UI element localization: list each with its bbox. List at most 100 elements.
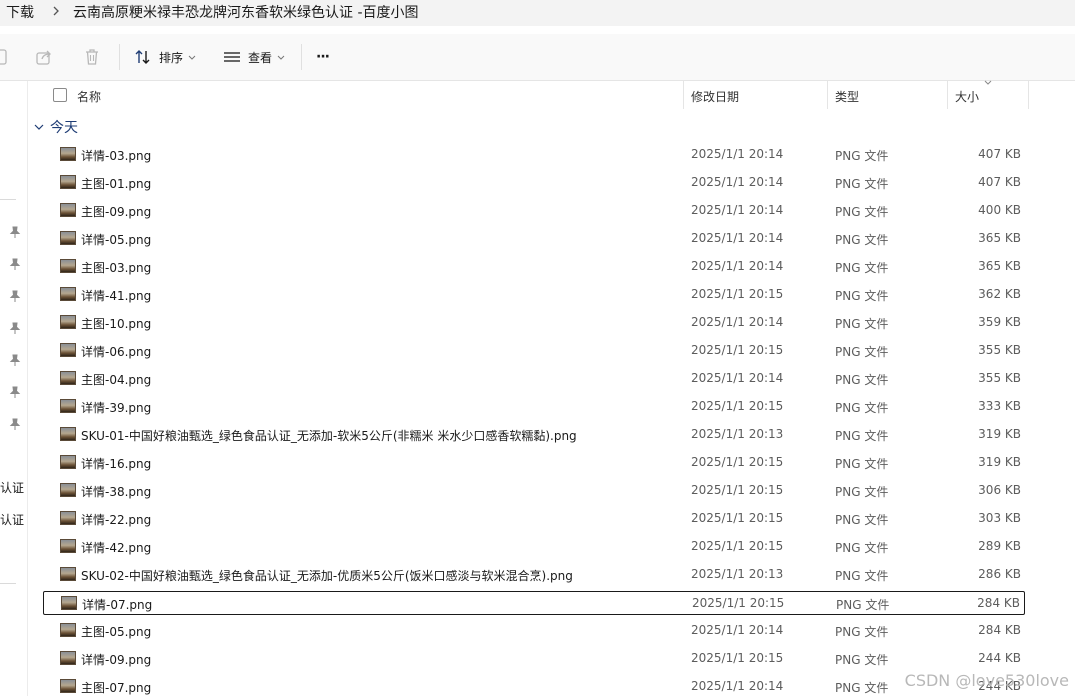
file-size: 244 KB — [978, 651, 1021, 665]
file-name[interactable]: 主图-07.png — [81, 679, 151, 696]
file-modified-date: 2025/1/1 20:14 — [691, 203, 784, 217]
share-button[interactable] — [35, 42, 53, 72]
file-name[interactable]: 主图-01.png — [81, 175, 151, 192]
more-options-button[interactable]: ··· — [316, 42, 330, 72]
file-name[interactable]: 详情-06.png — [81, 343, 151, 360]
file-name[interactable]: SKU-01-中国好粮油甄选_绿色食品认证_无添加-软米5公斤(非糯米 米水少口… — [81, 427, 577, 444]
file-row[interactable]: 详情-03.png 2025/1/1 20:14 PNG 文件 407 KB — [43, 143, 1025, 167]
file-name[interactable]: 主图-10.png — [81, 315, 151, 332]
pin-icon[interactable] — [8, 417, 22, 431]
file-modified-date: 2025/1/1 20:15 — [691, 539, 784, 553]
file-modified-date: 2025/1/1 20:14 — [691, 371, 784, 385]
file-row[interactable]: 详情-41.png 2025/1/1 20:15 PNG 文件 362 KB — [43, 283, 1025, 307]
column-header-type[interactable]: 类型 — [835, 88, 859, 105]
file-row[interactable]: 主图-10.png 2025/1/1 20:14 PNG 文件 359 KB — [43, 311, 1025, 335]
file-modified-date: 2025/1/1 20:15 — [691, 343, 784, 357]
file-row[interactable]: SKU-02-中国好粮油甄选_绿色食品认证_无添加-优质米5公斤(饭米口感淡与软… — [43, 563, 1025, 587]
image-file-icon — [60, 343, 76, 357]
file-modified-date: 2025/1/1 20:14 — [691, 231, 784, 245]
paste-icon — [0, 49, 7, 65]
file-row[interactable]: 主图-04.png 2025/1/1 20:14 PNG 文件 355 KB — [43, 367, 1025, 391]
pin-icon[interactable] — [8, 225, 22, 239]
pin-icon[interactable] — [8, 321, 22, 335]
nav-item-label[interactable]: 认证 — [0, 511, 24, 528]
file-size: 355 KB — [978, 343, 1021, 357]
command-bar: 排序 查看 ··· — [0, 34, 1075, 81]
file-name[interactable]: 详情-03.png — [81, 147, 151, 164]
column-header-modified[interactable]: 修改日期 — [691, 88, 739, 105]
nav-divider — [0, 199, 16, 200]
file-type: PNG 文件 — [835, 653, 889, 667]
file-modified-date: 2025/1/1 20:15 — [691, 511, 784, 525]
file-size: 365 KB — [978, 259, 1021, 273]
pin-icon[interactable] — [8, 257, 22, 271]
breadcrumb-item-downloads[interactable]: 下载 — [6, 2, 34, 22]
column-divider[interactable] — [1028, 81, 1029, 109]
file-row[interactable]: 详情-05.png 2025/1/1 20:14 PNG 文件 365 KB — [43, 227, 1025, 251]
file-type: PNG 文件 — [835, 233, 889, 247]
file-size: 400 KB — [978, 203, 1021, 217]
file-size: 362 KB — [978, 287, 1021, 301]
sort-button-label: 排序 — [159, 50, 184, 65]
view-button[interactable]: 查看 — [223, 42, 286, 72]
file-modified-date: 2025/1/1 20:14 — [691, 147, 784, 161]
file-row[interactable]: 主图-09.png 2025/1/1 20:14 PNG 文件 400 KB — [43, 199, 1025, 223]
breadcrumb-item-current-folder[interactable]: 云南高原粳米禄丰恐龙牌河东香软米绿色认证 -百度小图 — [73, 2, 419, 22]
file-name[interactable]: 详情-39.png — [81, 399, 151, 416]
file-size: 407 KB — [978, 147, 1021, 161]
column-header-name[interactable]: 名称 — [77, 88, 101, 105]
file-name[interactable]: 详情-16.png — [81, 455, 151, 472]
file-name[interactable]: 主图-05.png — [81, 623, 151, 640]
chevron-down-icon — [188, 55, 196, 60]
image-file-icon — [60, 651, 76, 665]
column-divider[interactable] — [947, 81, 948, 109]
file-row[interactable]: 详情-39.png 2025/1/1 20:15 PNG 文件 333 KB — [43, 395, 1025, 419]
file-row[interactable]: 详情-38.png 2025/1/1 20:15 PNG 文件 306 KB — [43, 479, 1025, 503]
chevron-down-icon — [277, 55, 285, 60]
file-type: PNG 文件 — [835, 345, 889, 359]
file-name[interactable]: 主图-04.png — [81, 371, 151, 388]
image-file-icon — [60, 371, 76, 385]
file-size: 365 KB — [978, 231, 1021, 245]
file-name[interactable]: 详情-42.png — [81, 539, 151, 556]
nav-divider — [0, 583, 16, 584]
file-row[interactable]: SKU-01-中国好粮油甄选_绿色食品认证_无添加-软米5公斤(非糯米 米水少口… — [43, 423, 1025, 447]
file-row[interactable]: 主图-07.png 2025/1/1 20:14 PNG 文件 244 KB — [43, 675, 1025, 699]
group-header-today[interactable]: 今天 — [33, 117, 78, 137]
file-row[interactable]: 详情-09.png 2025/1/1 20:15 PNG 文件 244 KB — [43, 647, 1025, 671]
file-name[interactable]: 主图-09.png — [81, 203, 151, 220]
file-row[interactable]: 主图-03.png 2025/1/1 20:14 PNG 文件 365 KB — [43, 255, 1025, 279]
file-name[interactable]: 详情-07.png — [82, 596, 152, 613]
pin-icon[interactable] — [8, 353, 22, 367]
file-row[interactable]: 详情-22.png 2025/1/1 20:15 PNG 文件 303 KB — [43, 507, 1025, 531]
file-row[interactable]: 详情-42.png 2025/1/1 20:15 PNG 文件 289 KB — [43, 535, 1025, 559]
file-modified-date: 2025/1/1 20:13 — [691, 427, 784, 441]
file-name[interactable]: 主图-03.png — [81, 259, 151, 276]
column-divider[interactable] — [683, 81, 684, 109]
pin-icon[interactable] — [8, 385, 22, 399]
sort-button[interactable]: 排序 — [134, 42, 197, 72]
file-row[interactable]: 主图-01.png 2025/1/1 20:14 PNG 文件 407 KB — [43, 171, 1025, 195]
file-row[interactable]: 详情-06.png 2025/1/1 20:15 PNG 文件 355 KB — [43, 339, 1025, 363]
pin-icon[interactable] — [8, 289, 22, 303]
nav-item-label[interactable]: 认证 — [0, 479, 24, 496]
file-size: 303 KB — [978, 511, 1021, 525]
file-name[interactable]: 详情-41.png — [81, 287, 151, 304]
file-row[interactable]: 主图-05.png 2025/1/1 20:14 PNG 文件 284 KB — [43, 619, 1025, 643]
file-name[interactable]: 详情-05.png — [81, 231, 151, 248]
file-name[interactable]: 详情-09.png — [81, 651, 151, 668]
file-row[interactable]: 详情-16.png 2025/1/1 20:15 PNG 文件 319 KB — [43, 451, 1025, 475]
paste-button[interactable] — [0, 42, 8, 72]
column-header-size[interactable]: 大小 — [955, 88, 979, 105]
file-name[interactable]: 详情-22.png — [81, 511, 151, 528]
file-modified-date: 2025/1/1 20:14 — [691, 623, 784, 637]
file-name[interactable]: SKU-02-中国好粮油甄选_绿色食品认证_无添加-优质米5公斤(饭米口感淡与软… — [81, 567, 573, 584]
file-row[interactable]: 详情-07.png 2025/1/1 20:15 PNG 文件 284 KB — [43, 591, 1025, 615]
file-size: 289 KB — [978, 539, 1021, 553]
file-modified-date: 2025/1/1 20:14 — [691, 175, 784, 189]
file-name[interactable]: 详情-38.png — [81, 483, 151, 500]
toolbar-divider — [119, 44, 120, 70]
delete-button[interactable] — [83, 42, 101, 72]
column-divider[interactable] — [827, 81, 828, 109]
file-size: 284 KB — [978, 623, 1021, 637]
